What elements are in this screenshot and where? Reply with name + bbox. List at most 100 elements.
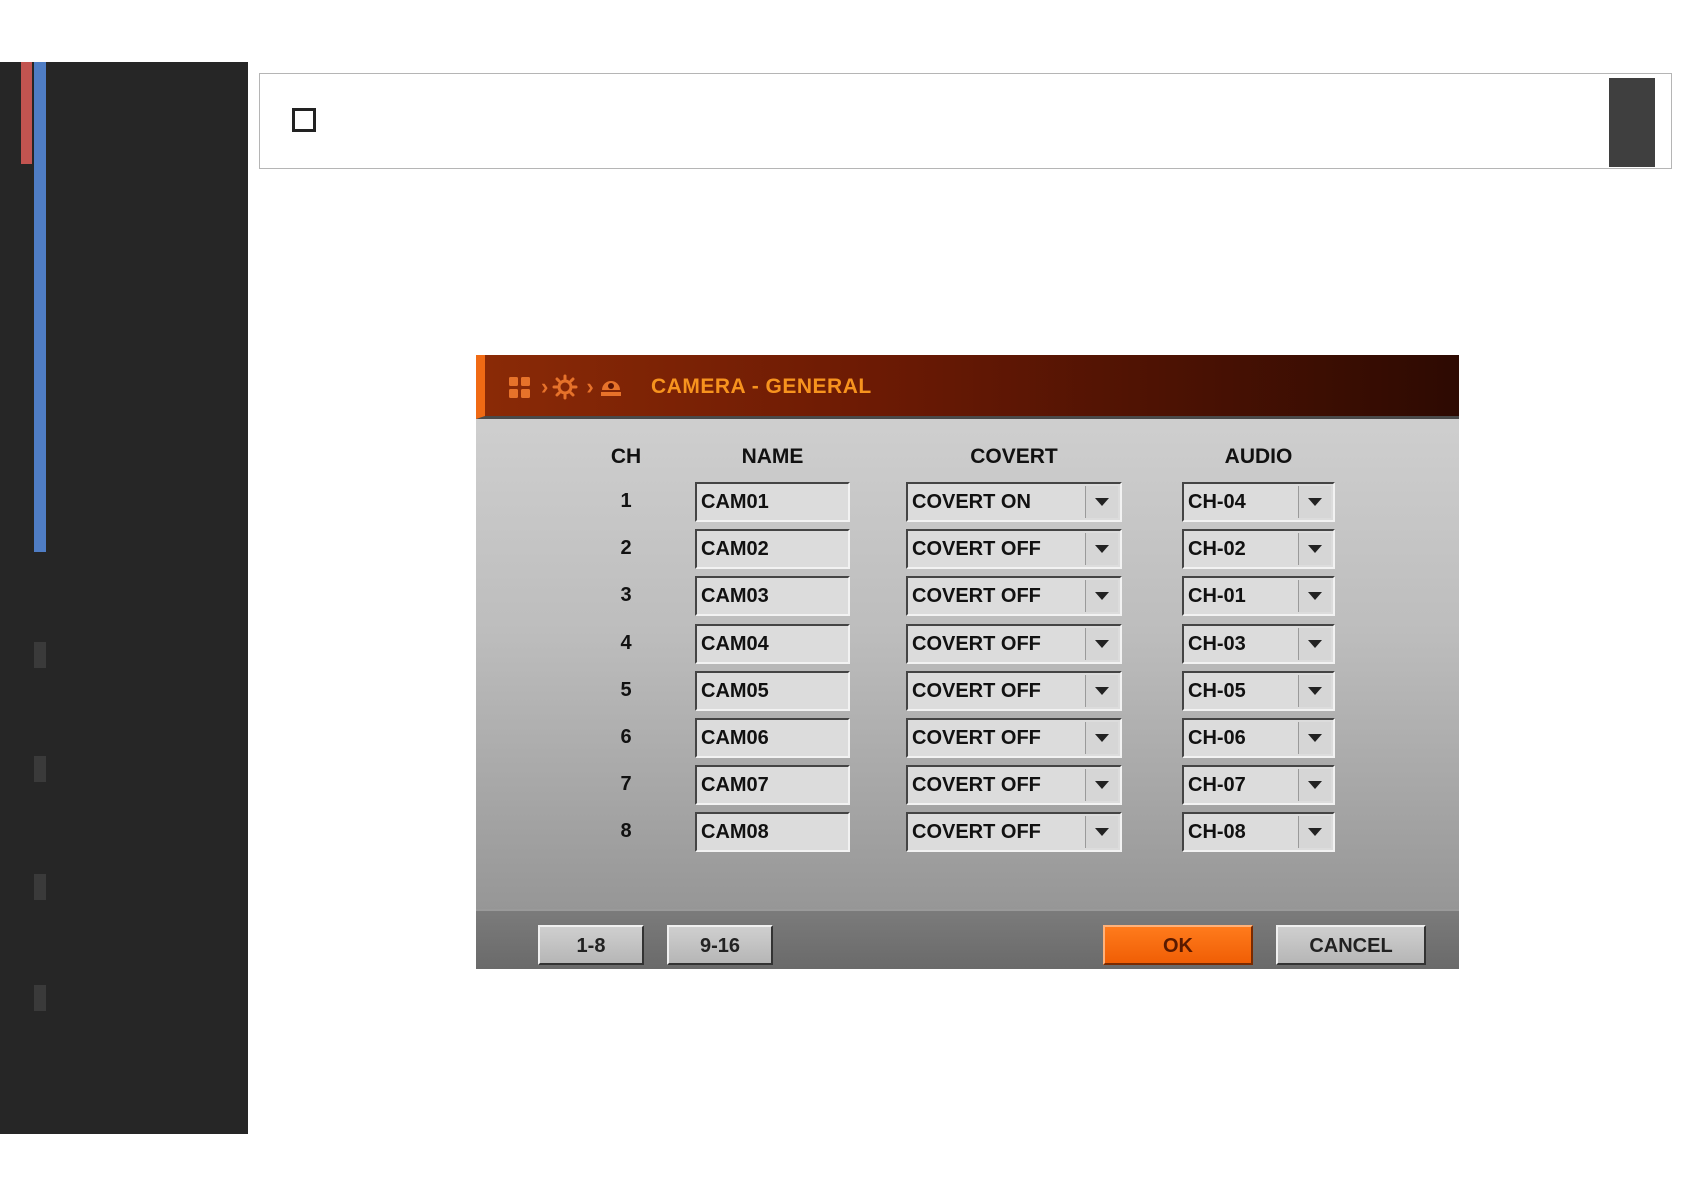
audio-dropdown-button[interactable] [1298,769,1331,802]
audio-select[interactable]: CH-02 [1182,529,1335,570]
page-1-8-button[interactable]: 1-8 [538,925,644,965]
camera-name-field[interactable]: CAM05 [695,670,850,711]
audio-dropdown-button[interactable] [1298,486,1331,518]
dropdown-arrow-icon [1308,828,1322,837]
audio-select[interactable]: CH-03 [1182,623,1335,664]
audio-dropdown-button[interactable] [1298,580,1331,613]
chevron-right-icon: › [541,374,549,399]
page-9-16-button[interactable]: 9-16 [667,925,773,965]
cancel-button[interactable]: CANCEL [1276,925,1426,965]
camera-name-field[interactable]: CAM08 [695,812,850,853]
dialog-footer: 1-8 9-16 OK CANCEL [476,909,1459,969]
covert-select[interactable]: COVERT OFF [906,576,1122,617]
audio-value: CH-05 [1188,679,1246,702]
audio-value: CH-04 [1188,491,1246,513]
channel-number: 5 [620,678,632,701]
dropdown-arrow-icon [1095,498,1109,506]
covert-dropdown-button[interactable] [1085,486,1118,518]
channel-number: 4 [620,631,632,654]
header-side-tab[interactable] [1609,78,1655,167]
camera-name-field[interactable]: CAM03 [695,576,850,617]
audio-select[interactable]: CH-01 [1182,576,1335,617]
dialog-title: CAMERA - GENERAL [651,375,872,398]
camera-name-field[interactable]: CAM07 [695,765,850,806]
audio-dropdown-button[interactable] [1298,533,1331,566]
sidebar-marker [34,642,46,668]
top-header-box [259,73,1672,169]
breadcrumb: › › [507,373,628,401]
table-row: 5 CAM05 COVERT OFF CH-05 [476,670,1459,711]
audio-value: CH-06 [1188,727,1246,749]
covert-select[interactable]: COVERT OFF [906,670,1122,711]
ok-button[interactable]: OK [1103,925,1253,965]
covert-select[interactable]: COVERT OFF [906,529,1122,570]
column-header-ch: CH [610,445,642,468]
audio-select[interactable]: CH-07 [1182,765,1335,806]
sidebar-red-indicator [21,62,32,164]
audio-select[interactable]: CH-05 [1182,670,1335,711]
dropdown-arrow-icon [1095,828,1109,837]
dropdown-arrow-icon [1308,781,1322,790]
audio-value: CH-07 [1188,774,1246,797]
dropdown-arrow-icon [1308,686,1322,695]
covert-select[interactable]: COVERT OFF [906,718,1122,758]
sidebar-marker [34,985,46,1011]
table-row: 2 CAM02 COVERT OFF CH-02 [476,529,1459,570]
audio-select[interactable]: CH-08 [1182,812,1335,853]
table-row: 7 CAM07 COVERT OFF CH-07 [476,765,1459,806]
dropdown-arrow-icon [1308,592,1322,601]
audio-select[interactable]: CH-04 [1182,482,1335,522]
covert-select[interactable]: COVERT OFF [906,812,1122,853]
dropdown-arrow-icon [1095,686,1109,695]
column-header-name: NAME [741,445,804,468]
table-row: 6 CAM06 COVERT OFF CH-06 [476,718,1459,758]
audio-dropdown-button[interactable] [1298,674,1331,707]
camera-name-field[interactable]: CAM02 [695,529,850,570]
covert-dropdown-button[interactable] [1085,769,1118,802]
table-row: 4 CAM04 COVERT OFF CH-03 [476,623,1459,664]
camera-name-field[interactable]: CAM04 [695,623,850,664]
sidebar-blue-scroll-indicator[interactable] [34,62,46,552]
covert-select[interactable]: COVERT OFF [906,765,1122,806]
select-checkbox[interactable] [292,108,316,132]
covert-value: COVERT OFF [912,585,1041,608]
covert-value: COVERT OFF [912,538,1041,561]
grid-icon[interactable] [507,374,533,400]
dropdown-arrow-icon [1308,734,1322,742]
sidebar-marker [34,756,46,782]
dropdown-arrow-icon [1095,734,1109,742]
audio-dropdown-button[interactable] [1298,627,1331,660]
camera-name-field[interactable]: CAM06 [695,718,850,758]
sidebar-marker [34,874,46,900]
gear-icon[interactable] [552,374,578,400]
covert-select[interactable]: COVERT OFF [906,623,1122,664]
dropdown-arrow-icon [1095,639,1109,648]
covert-dropdown-button[interactable] [1085,674,1118,707]
covert-dropdown-button[interactable] [1085,816,1118,849]
covert-select[interactable]: COVERT ON [906,482,1122,522]
audio-select[interactable]: CH-06 [1182,718,1335,758]
audio-value: CH-08 [1188,821,1246,844]
covert-dropdown-button[interactable] [1085,533,1118,566]
audio-dropdown-button[interactable] [1298,816,1331,849]
audio-dropdown-button[interactable] [1298,722,1331,754]
covert-dropdown-button[interactable] [1085,580,1118,613]
camera-name-field[interactable]: CAM01 [695,482,850,522]
covert-dropdown-button[interactable] [1085,627,1118,660]
audio-value: CH-01 [1188,585,1246,608]
covert-dropdown-button[interactable] [1085,722,1118,754]
covert-value: COVERT OFF [912,821,1041,844]
covert-value: COVERT OFF [912,632,1041,655]
audio-value: CH-02 [1188,538,1246,561]
dropdown-arrow-icon [1095,592,1109,601]
audio-value: CH-03 [1188,632,1246,655]
table-row: 3 CAM03 COVERT OFF CH-01 [476,576,1459,617]
dropdown-arrow-icon [1095,781,1109,790]
dialog-header: › › CAMERA - GENERAL [476,355,1459,419]
chevron-right-icon: › [586,374,594,399]
camera-icon[interactable] [598,374,624,400]
table-row: 8 CAM08 COVERT OFF CH-08 [476,812,1459,853]
column-header-audio: AUDIO [1224,445,1293,468]
covert-value: COVERT ON [912,491,1031,513]
column-header-covert: COVERT [970,445,1058,468]
